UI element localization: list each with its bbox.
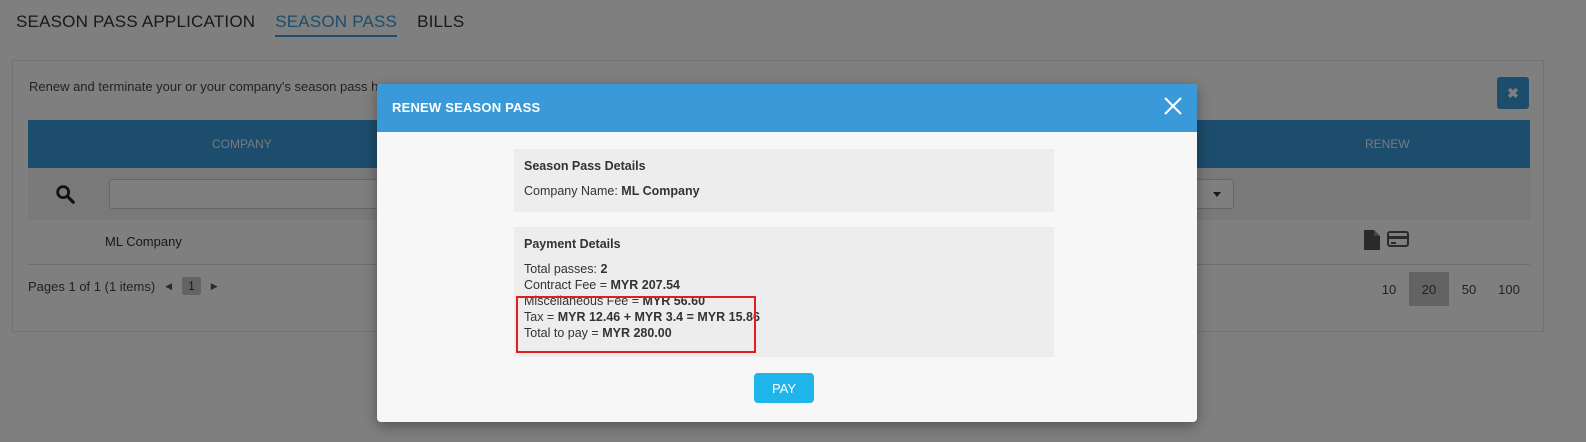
line-label: Tax = [524,310,555,324]
line-value: 2 [600,262,608,276]
season-pass-details-section: Season Pass Details Company Name: ML Com… [514,149,1054,212]
line-value: MYR 12.46 + MYR 3.4 = MYR 15.86 [557,310,760,324]
tax-line: Tax = MYR 12.46 + MYR 3.4 = MYR 15.86 [524,309,1044,325]
company-name-line: Company Name: ML Company [524,183,1044,199]
pay-button[interactable]: PAY [754,373,814,403]
line-label: Total passes: [524,262,597,276]
total-to-pay-line: Total to pay = MYR 280.00 [524,325,1044,341]
renew-season-pass-modal: RENEW SEASON PASS Season Pass Details Co… [377,84,1197,422]
total-passes-line: Total passes: 2 [524,261,1044,277]
section-title: Season Pass Details [524,159,646,173]
line-label: Contract Fee = [524,278,608,292]
line-label: Total to pay = [524,326,599,340]
contract-fee-line: Contract Fee = MYR 207.54 [524,277,1044,293]
company-name-value: ML Company [621,184,700,198]
close-icon[interactable] [1161,94,1185,118]
misc-fee-line: Miscellaneous Fee = MYR 56.60 [524,293,1044,309]
section-title: Payment Details [524,237,621,251]
line-label: Miscellaneous Fee = [524,294,639,308]
modal-header: RENEW SEASON PASS [377,84,1197,132]
line-value: MYR 207.54 [610,278,680,292]
payment-details-section: Payment Details Total passes: 2 Contract… [514,227,1054,357]
line-value: MYR 56.60 [642,294,706,308]
line-value: MYR 280.00 [602,326,672,340]
company-name-label: Company Name: [524,184,618,198]
modal-title: RENEW SEASON PASS [392,100,541,115]
